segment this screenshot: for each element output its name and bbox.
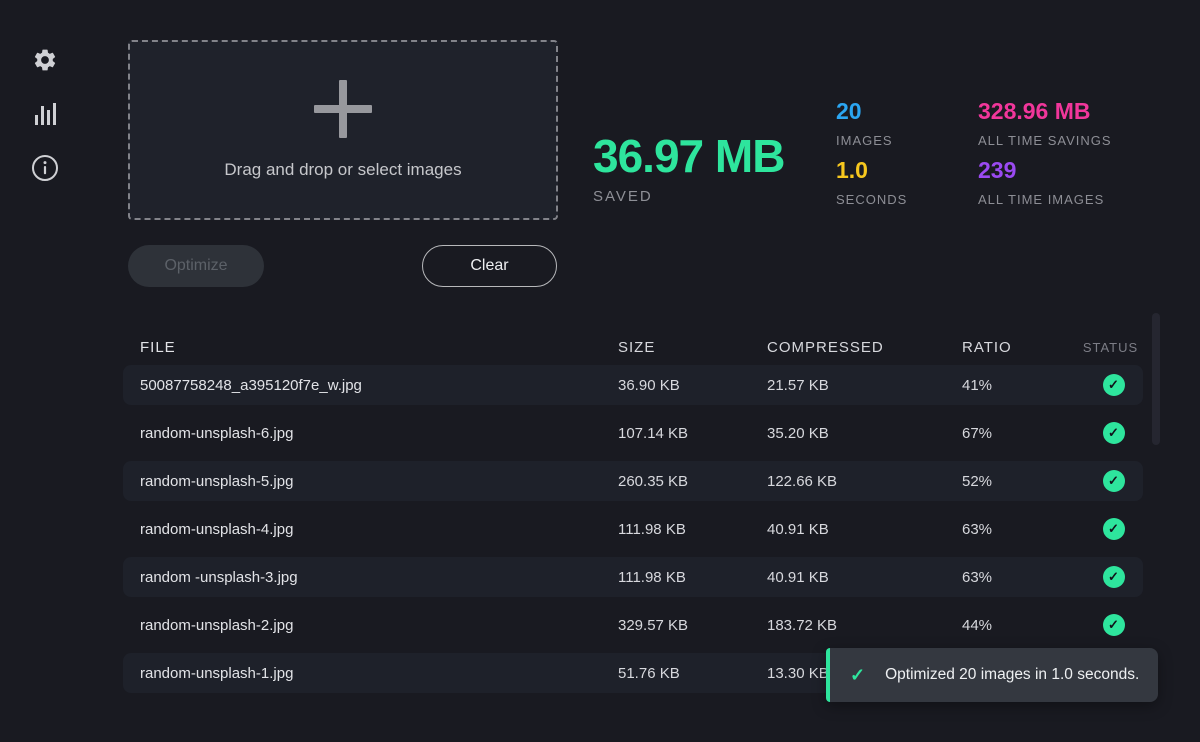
file-size: 36.90 KB	[618, 377, 767, 394]
status-cell: ✓	[1084, 614, 1143, 636]
header-status: STATUS	[1084, 340, 1143, 355]
file-compressed: 21.57 KB	[767, 377, 962, 394]
seconds-label: SECONDS	[836, 192, 907, 207]
status-cell: ✓	[1084, 422, 1143, 444]
file-compressed: 183.72 KB	[767, 617, 962, 634]
file-ratio: 63%	[962, 569, 1084, 586]
toast-notification: ✓ Optimized 20 images in 1.0 seconds.	[826, 648, 1158, 702]
table-row[interactable]: random-unsplash-5.jpg 260.35 KB 122.66 K…	[123, 461, 1143, 501]
dropzone-label: Drag and drop or select images	[224, 160, 461, 180]
alltime-savings-label: ALL TIME SAVINGS	[978, 133, 1112, 148]
toast-check-icon: ✓	[850, 665, 865, 686]
file-ratio: 41%	[962, 377, 1084, 394]
file-compressed: 35.20 KB	[767, 425, 962, 442]
file-name: random-unsplash-4.jpg	[123, 521, 618, 538]
success-check-icon: ✓	[1103, 470, 1125, 492]
alltime-images-value: 239	[978, 156, 1112, 184]
file-ratio: 44%	[962, 617, 1084, 634]
bar-chart-icon	[30, 99, 60, 129]
table-row[interactable]: random -unsplash-3.jpg 111.98 KB 40.91 K…	[123, 557, 1143, 597]
header-ratio: RATIO	[962, 339, 1084, 356]
file-name: random -unsplash-3.jpg	[123, 569, 618, 586]
table-row[interactable]: random-unsplash-6.jpg 107.14 KB 35.20 KB…	[123, 413, 1143, 453]
success-check-icon: ✓	[1103, 374, 1125, 396]
file-ratio: 63%	[962, 521, 1084, 538]
file-name: random-unsplash-6.jpg	[123, 425, 618, 442]
optimize-button[interactable]: Optimize	[128, 245, 264, 287]
file-name: random-unsplash-2.jpg	[123, 617, 618, 634]
file-ratio: 67%	[962, 425, 1084, 442]
alltime-stats: 328.96 MB ALL TIME SAVINGS 239 ALL TIME …	[978, 97, 1112, 207]
success-check-icon: ✓	[1103, 614, 1125, 636]
table-body: 50087758248_a395120f7e_w.jpg 36.90 KB 21…	[123, 365, 1143, 693]
images-label: IMAGES	[836, 133, 907, 148]
seconds-count: 1.0	[836, 156, 907, 184]
app-window: Drag and drop or select images Optimize …	[0, 0, 1200, 742]
file-name: random-unsplash-1.jpg	[123, 665, 618, 682]
saved-label: SAVED	[593, 188, 784, 205]
images-count: 20	[836, 97, 907, 125]
status-cell: ✓	[1084, 374, 1143, 396]
sidebar-settings-button[interactable]	[29, 44, 61, 76]
table-row[interactable]: 50087758248_a395120f7e_w.jpg 36.90 KB 21…	[123, 365, 1143, 405]
info-icon	[31, 154, 59, 182]
clear-button[interactable]: Clear	[422, 245, 557, 287]
file-compressed: 122.66 KB	[767, 473, 962, 490]
success-check-icon: ✓	[1103, 566, 1125, 588]
header-file: FILE	[123, 339, 618, 356]
header-compressed: COMPRESSED	[767, 339, 962, 356]
gear-icon	[32, 47, 58, 73]
file-compressed: 40.91 KB	[767, 521, 962, 538]
status-cell: ✓	[1084, 566, 1143, 588]
saved-stat: 36.97 MB SAVED	[593, 130, 784, 205]
file-ratio: 52%	[962, 473, 1084, 490]
success-check-icon: ✓	[1103, 518, 1125, 540]
file-size: 51.76 KB	[618, 665, 767, 682]
table-row[interactable]: random-unsplash-2.jpg 329.57 KB 183.72 K…	[123, 605, 1143, 645]
file-name: 50087758248_a395120f7e_w.jpg	[123, 377, 618, 394]
file-compressed: 40.91 KB	[767, 569, 962, 586]
plus-icon	[314, 80, 372, 138]
status-cell: ✓	[1084, 518, 1143, 540]
table-row[interactable]: random-unsplash-4.jpg 111.98 KB 40.91 KB…	[123, 509, 1143, 549]
results-table: FILE SIZE COMPRESSED RATIO STATUS 500877…	[123, 330, 1143, 701]
table-header: FILE SIZE COMPRESSED RATIO STATUS	[123, 330, 1143, 365]
scrollbar-thumb[interactable]	[1152, 313, 1160, 445]
file-name: random-unsplash-5.jpg	[123, 473, 618, 490]
file-size: 107.14 KB	[618, 425, 767, 442]
file-size: 260.35 KB	[618, 473, 767, 490]
session-stats: 20 IMAGES 1.0 SECONDS	[836, 97, 907, 207]
file-size: 111.98 KB	[618, 569, 767, 586]
saved-value: 36.97 MB	[593, 130, 784, 182]
sidebar-info-button[interactable]	[29, 152, 61, 184]
file-size: 111.98 KB	[618, 521, 767, 538]
status-cell: ✓	[1084, 470, 1143, 492]
success-check-icon: ✓	[1103, 422, 1125, 444]
header-size: SIZE	[618, 339, 767, 356]
alltime-images-label: ALL TIME IMAGES	[978, 192, 1112, 207]
toast-message: Optimized 20 images in 1.0 seconds.	[885, 666, 1139, 684]
sidebar	[26, 44, 64, 184]
dropzone[interactable]: Drag and drop or select images	[128, 40, 558, 220]
file-size: 329.57 KB	[618, 617, 767, 634]
alltime-savings-value: 328.96 MB	[978, 97, 1112, 125]
sidebar-stats-button[interactable]	[29, 98, 61, 130]
